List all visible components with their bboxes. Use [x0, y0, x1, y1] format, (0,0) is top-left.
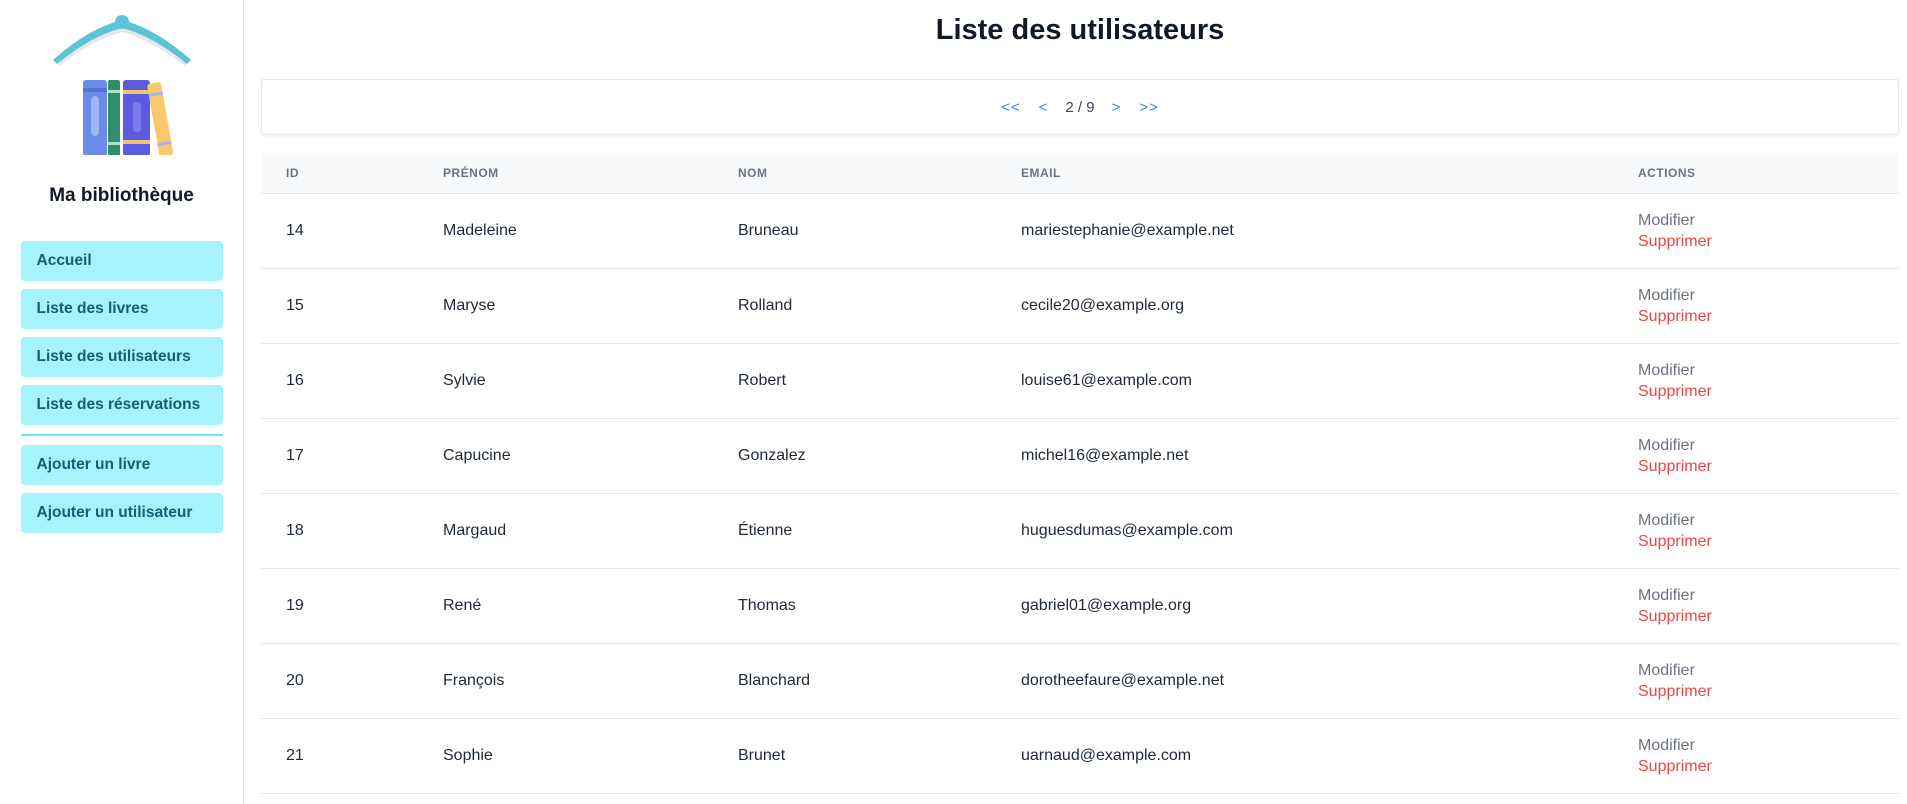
cell-prenom: François: [418, 643, 713, 719]
table-row: 16 Sylvie Robert louise61@example.com Modifi…: [261, 343, 1899, 419]
cell-actions: Modifier Supprimer: [1613, 343, 1899, 419]
cell-id: 17: [261, 418, 418, 494]
nav-item-liste-utilisateurs[interactable]: Liste des utilisateurs: [20, 337, 223, 377]
page-title: Liste des utilisateurs: [935, 14, 1225, 46]
cell-nom: Robert: [713, 343, 996, 419]
cell-id: 15: [261, 268, 418, 344]
cell-actions: Modifier Supprimer: [1613, 568, 1899, 644]
edit-user-link[interactable]: Modifier: [1638, 510, 1899, 531]
cell-email: huguesdumas@example.com: [996, 493, 1613, 569]
cell-actions: Modifier Supprimer: [1613, 718, 1899, 794]
cell-id: 18: [261, 493, 418, 569]
cell-actions: Modifier Supprimer: [1613, 643, 1899, 719]
nav-item-ajouter-livre[interactable]: Ajouter un livre: [20, 445, 223, 485]
nav-item-liste-livres[interactable]: Liste des livres: [20, 289, 223, 329]
edit-user-link[interactable]: Modifier: [1638, 585, 1899, 606]
cell-id: 20: [261, 643, 418, 719]
nav-item-ajouter-utilisateur[interactable]: Ajouter un utilisateur: [20, 493, 223, 533]
cell-email: uarnaud@example.com: [996, 718, 1613, 794]
table-header-row: ID PRÉNOM NOM EMAIL ACTIONS: [261, 153, 1899, 194]
sidebar-nav: Accueil Liste des livres Liste des utili…: [20, 241, 223, 541]
users-table: ID PRÉNOM NOM EMAIL ACTIONS 14 Madeleine B…: [261, 153, 1899, 794]
edit-user-link[interactable]: Modifier: [1638, 285, 1899, 306]
table-row: 20 François Blanchard dorotheefaure@example…: [261, 643, 1899, 719]
delete-user-link[interactable]: Supprimer: [1638, 531, 1899, 552]
pagination-next-button[interactable]: >: [1112, 99, 1122, 116]
column-header-id: ID: [261, 153, 418, 194]
delete-user-link[interactable]: Supprimer: [1638, 231, 1899, 252]
table-row: 14 Madeleine Bruneau mariestephanie@example…: [261, 193, 1899, 269]
cell-nom: Bruneau: [713, 193, 996, 269]
edit-user-link[interactable]: Modifier: [1638, 210, 1899, 231]
table-body: 14 Madeleine Bruneau mariestephanie@example…: [261, 193, 1899, 794]
cell-nom: Rolland: [713, 268, 996, 344]
cell-nom: Brunet: [713, 718, 996, 794]
cell-email: gabriel01@example.org: [996, 568, 1613, 644]
cell-nom: Thomas: [713, 568, 996, 644]
cell-prenom: René: [418, 568, 713, 644]
library-logo-icon: [52, 15, 191, 155]
cell-prenom: Sophie: [418, 718, 713, 794]
edit-user-link[interactable]: Modifier: [1638, 435, 1899, 456]
column-header-actions: ACTIONS: [1613, 153, 1899, 194]
column-header-prenom: PRÉNOM: [418, 153, 713, 194]
main-content: Liste des utilisateurs << < 2 / 9 > >> I…: [244, 0, 1907, 804]
cell-actions: Modifier Supprimer: [1613, 268, 1899, 344]
cell-email: cecile20@example.org: [996, 268, 1613, 344]
cell-nom: Blanchard: [713, 643, 996, 719]
cell-id: 19: [261, 568, 418, 644]
cell-id: 14: [261, 193, 418, 269]
nav-item-accueil[interactable]: Accueil: [20, 241, 223, 281]
column-header-nom: NOM: [713, 153, 996, 194]
pagination-prev-button[interactable]: <: [1039, 99, 1049, 116]
cell-prenom: Sylvie: [418, 343, 713, 419]
delete-user-link[interactable]: Supprimer: [1638, 381, 1899, 402]
cell-email: dorotheefaure@example.net: [996, 643, 1613, 719]
cell-prenom: Margaud: [418, 493, 713, 569]
edit-user-link[interactable]: Modifier: [1638, 660, 1899, 681]
delete-user-link[interactable]: Supprimer: [1638, 756, 1899, 777]
table-row: 21 Sophie Brunet uarnaud@example.com Modifie…: [261, 718, 1899, 794]
column-header-email: EMAIL: [996, 153, 1613, 194]
cell-nom: Gonzalez: [713, 418, 996, 494]
pagination-first-button[interactable]: <<: [1001, 99, 1021, 116]
cell-actions: Modifier Supprimer: [1613, 193, 1899, 269]
cell-actions: Modifier Supprimer: [1613, 418, 1899, 494]
table-row: 19 René Thomas gabriel01@example.org Modifie…: [261, 568, 1899, 644]
edit-user-link[interactable]: Modifier: [1638, 360, 1899, 381]
delete-user-link[interactable]: Supprimer: [1638, 606, 1899, 627]
cell-id: 21: [261, 718, 418, 794]
cell-prenom: Madeleine: [418, 193, 713, 269]
delete-user-link[interactable]: Supprimer: [1638, 681, 1899, 702]
cell-prenom: Capucine: [418, 418, 713, 494]
pagination-last-button[interactable]: >>: [1139, 99, 1159, 116]
table-row: 17 Capucine Gonzalez michel16@example.net Mo…: [261, 418, 1899, 494]
cell-email: mariestephanie@example.net: [996, 193, 1613, 269]
nav-item-liste-reservations[interactable]: Liste des réservations: [20, 385, 223, 425]
delete-user-link[interactable]: Supprimer: [1638, 306, 1899, 327]
cell-prenom: Maryse: [418, 268, 713, 344]
cell-nom: Étienne: [713, 493, 996, 569]
pagination: << < 2 / 9 > >>: [261, 79, 1899, 135]
table-row: 15 Maryse Rolland cecile20@example.org Modif…: [261, 268, 1899, 344]
sidebar: Ma bibliothèque Accueil Liste des livres…: [0, 0, 244, 804]
brand-name: Ma bibliothèque: [49, 185, 194, 206]
cell-actions: Modifier Supprimer: [1613, 493, 1899, 569]
cell-email: louise61@example.com: [996, 343, 1613, 419]
cell-email: michel16@example.net: [996, 418, 1613, 494]
edit-user-link[interactable]: Modifier: [1638, 735, 1899, 756]
delete-user-link[interactable]: Supprimer: [1638, 456, 1899, 477]
nav-divider: [20, 434, 223, 436]
cell-id: 16: [261, 343, 418, 419]
pagination-current-page: 2 / 9: [1065, 98, 1095, 116]
table-row: 18 Margaud Étienne huguesdumas@example.com M…: [261, 493, 1899, 569]
